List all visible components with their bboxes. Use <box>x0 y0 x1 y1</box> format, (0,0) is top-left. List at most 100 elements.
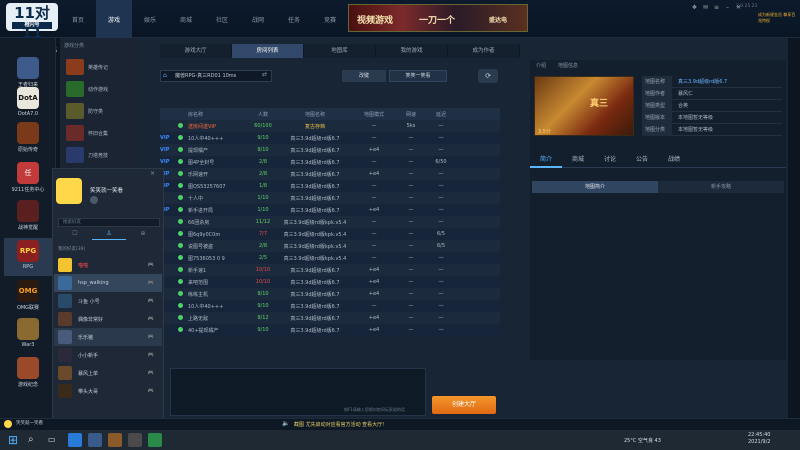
app-taskbar-icon[interactable] <box>128 433 142 447</box>
close-icon[interactable]: × <box>150 170 155 177</box>
friend-item[interactable]: 喵喵 🎮 <box>54 256 162 274</box>
group-icon[interactable]: ⊕ <box>126 230 160 240</box>
table-row[interactable]: 来吧范围 10/10 真三3.9d超级rd版6.7 +e4 — — <box>160 276 500 288</box>
tab-notice[interactable]: 公告 <box>626 152 658 168</box>
table-row[interactable]: 40+提现橘产 9/10 真三3.9d超级rd版6.7 +e4 — — <box>160 324 500 336</box>
group-button[interactable]: 笑笑一笑看 <box>389 70 447 82</box>
nav-tasks[interactable]: 任务 <box>276 0 312 38</box>
room-players: 2/5 <box>258 255 268 261</box>
tab-map-library[interactable]: 地图库 <box>304 44 376 58</box>
room-ping: — <box>438 123 444 129</box>
avatar[interactable] <box>56 178 82 204</box>
friend-group-label[interactable]: 我的好友(39) <box>58 246 85 252</box>
friend-item[interactable]: 暴风上单 🎮 <box>54 364 162 382</box>
nav-fun[interactable]: 娱乐 <box>132 0 168 38</box>
table-row[interactable]: 送房间送VIP 60/100 复古存档 — 5ks — <box>160 120 500 132</box>
tab-map-info[interactable]: 地图信息 <box>552 62 584 72</box>
category-item[interactable]: 怀旧合集 <box>66 124 138 142</box>
category-item[interactable]: 英雄传记 <box>66 58 138 76</box>
friend-item[interactable]: 乐乐猪 🎮 <box>54 328 162 346</box>
app-taskbar-icon[interactable] <box>108 433 122 447</box>
tab-shop[interactable]: 商城 <box>562 152 594 168</box>
windows-start-icon[interactable]: ⊞ <box>8 433 22 447</box>
friend-search-input[interactable]: 搜索好友 <box>58 218 160 227</box>
app-taskbar-icon[interactable] <box>148 433 162 447</box>
table-row[interactable]: 新手速1 10/10 真三3.9d超级rd版6.7 +e4 — — <box>160 264 500 276</box>
table-row[interactable]: 66团杀房 11/12 真三3.9d超级rd版kpk.v5.4 — — — <box>160 216 500 228</box>
sidebar-item-tasks[interactable]: 任 9211任务中心 <box>4 160 52 198</box>
search-icon[interactable]: ⌕ <box>28 433 42 447</box>
tab-lobby[interactable]: 游戏大厅 <box>160 44 232 58</box>
table-row[interactable]: 10人中40+++ 9/10 真三3.9d超级rd版6.7 — — — <box>160 300 500 312</box>
sidebar-item-memorial[interactable]: 游戏纪念 <box>4 355 52 393</box>
app-taskbar-icon[interactable] <box>88 433 102 447</box>
tab-record[interactable]: 战绩 <box>658 152 690 168</box>
notice-text[interactable]: 截图 尤先启动对应看官方活动 查看大厅! <box>294 421 384 428</box>
table-row[interactable]: VIP 新手进开局 1/10 真三3.9d超级rd版6.7 +e4— — <box>160 204 500 216</box>
category-item[interactable]: 动作游戏 <box>66 80 138 98</box>
nav-games[interactable]: 游戏 <box>96 0 132 38</box>
room-speed: — <box>408 327 414 333</box>
friends-icon[interactable]: ♙ <box>92 230 126 240</box>
sidebar-item-legend[interactable]: 原始传奇 <box>4 120 52 158</box>
minimize-icon[interactable]: – <box>723 3 732 12</box>
sidebar-item-rpg[interactable]: RPG RPG <box>4 238 52 276</box>
online-dot <box>178 194 188 202</box>
tab-my-games[interactable]: 我的游戏 <box>376 44 448 58</box>
subtab-map-intro[interactable]: 地图简介 <box>532 181 658 193</box>
table-row[interactable]: 图6q9y0C0m 7/7 真三3.9d超级rd版kpk.v5.4 — — 6/5 <box>160 228 500 240</box>
task-view-icon[interactable]: ▭ <box>48 433 62 447</box>
app-logo[interactable]: 11对11 橙闪号 <box>6 3 58 42</box>
tab-intro[interactable]: 介绍 <box>530 62 552 72</box>
vip-promo[interactable]: 成为新规金员 尊享百兆特权 <box>758 12 798 34</box>
promo-banner[interactable]: 视频游戏 一刀一个 盛达电 <box>348 4 528 32</box>
create-lobby-button[interactable]: 创建大厅 <box>432 396 496 414</box>
room-name: 提现橘产 <box>188 147 209 154</box>
banner-left-text: 视频游戏 <box>357 16 394 26</box>
room-selector[interactable]: 魔兽RPG-真三RD01 10ms <box>160 70 272 82</box>
nav-contest[interactable]: 竞赛 <box>312 0 348 38</box>
friend-item[interactable]: 小小新手 🎮 <box>54 346 162 364</box>
tab-become-author[interactable]: 成为作者 <box>448 44 520 58</box>
friend-item[interactable]: hsp_walking 🎮 <box>54 274 162 292</box>
edge-icon[interactable] <box>68 433 82 447</box>
nav-battlenet[interactable]: 战网 <box>240 0 276 38</box>
sidebar-item-war3[interactable]: War3 <box>4 316 52 354</box>
refresh-button[interactable]: ⟳ <box>478 69 498 83</box>
category-item[interactable]: 刀塔竞技 <box>66 146 138 164</box>
category-item[interactable]: 防守类 <box>66 102 138 120</box>
chat-icon[interactable]: ☐ <box>58 230 92 240</box>
skin-icon[interactable]: ❖ <box>690 3 699 12</box>
table-row[interactable]: VIP 图4P全封号 2/8 真三3.9d超级rd版6.7 — — 6/50 <box>160 156 500 168</box>
table-row[interactable]: 说图号被盗 2/8 真三3.9d超级rd版kpk.v5.4 — — 6/5 <box>160 240 500 252</box>
table-row[interactable]: VIP 提现橘产 9/10 真三3.9d超级rd版6.7 +e4 — — <box>160 144 500 156</box>
menu-icon[interactable]: ≡ <box>712 3 721 12</box>
friend-item[interactable]: 偶像非常好 🎮 <box>54 310 162 328</box>
friend-item[interactable]: 斗鱼 小号 🎮 <box>54 292 162 310</box>
keymap-button[interactable]: 改键 <box>342 70 386 82</box>
sidebar-item-omg[interactable]: OMG OMG联赛 <box>4 278 52 316</box>
subtab-guide[interactable]: 新手攻略 <box>658 181 784 193</box>
info-value: 本地图暂无等级 <box>678 115 714 121</box>
tab-summary[interactable]: 简介 <box>530 152 562 168</box>
table-row[interactable]: VIP 图QS53257607 1/8 真三3.9d超级rd版6.7— — — <box>160 180 500 192</box>
sidebar-item-wargod[interactable]: 战神觉醒 <box>4 198 52 236</box>
tab-discuss[interactable]: 讨论 <box>594 152 626 168</box>
message-icon[interactable]: ✉ <box>701 3 710 12</box>
user-avatar-small[interactable] <box>4 420 12 428</box>
table-row[interactable]: 图7536053 0 9 2/5 真三3.9d超级rd版kpk.v5.4 — — — <box>160 252 500 264</box>
info-value: 真三3.9d超级rd版6.7 <box>678 79 728 85</box>
friend-item[interactable]: 带头大哥 🎮 <box>54 382 162 400</box>
nav-home[interactable]: 首页 <box>60 0 96 38</box>
nav-shop[interactable]: 商城 <box>168 0 204 38</box>
table-row[interactable]: VIP 10人中40+++ 9/10 真三3.9d超级rd版6.7 — — — <box>160 132 500 144</box>
status-icon[interactable] <box>90 196 98 204</box>
table-row[interactable]: VIP 乐网速开 2/8 真三3.9d超级rd版6.7 +e4— — <box>160 168 500 180</box>
table-row[interactable]: 十人中 1/10 真三3.9d超级rd版6.7 — — — <box>160 192 500 204</box>
nav-community[interactable]: 社区 <box>204 0 240 38</box>
sidebar-item-dota[interactable]: DotA DotA7.0 <box>4 85 52 123</box>
tab-room-list[interactable]: 房间列表 <box>232 44 304 58</box>
swap-icon[interactable]: ⇄ <box>262 71 267 78</box>
table-row[interactable]: 练练主机 9/10 真三3.9d超级rd版6.7 +e4 — — <box>160 288 500 300</box>
table-row[interactable]: 上路无敌 9/12 真三3.9d超级rd版6.7 +e4 — — <box>160 312 500 324</box>
